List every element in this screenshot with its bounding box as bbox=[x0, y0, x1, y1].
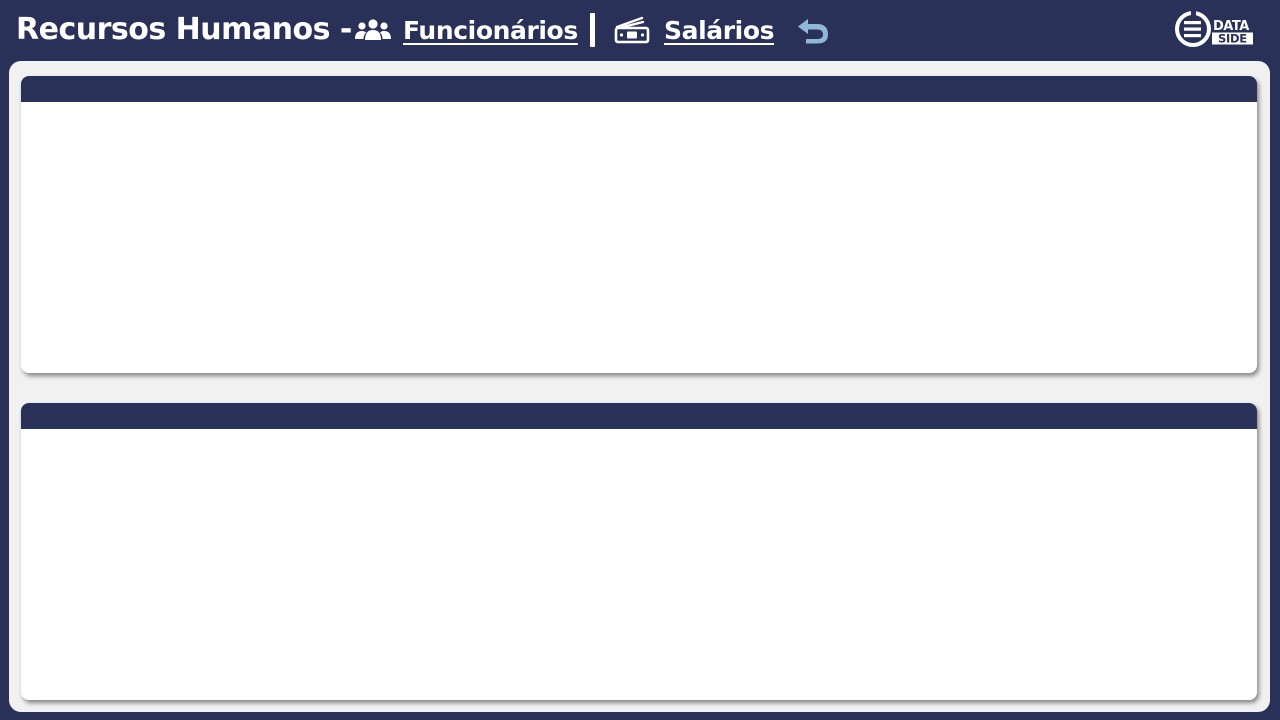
nav-funcionarios-link[interactable]: Funcionários bbox=[355, 10, 578, 50]
dataside-logo: DATA SIDE bbox=[1174, 9, 1256, 49]
money-icon bbox=[614, 15, 650, 45]
nav-salarios-label: Salários bbox=[664, 15, 775, 45]
page-title: Recursos Humanos - bbox=[16, 12, 352, 47]
nav-separator bbox=[590, 13, 595, 47]
main-content bbox=[9, 61, 1270, 712]
panel-top-header bbox=[21, 76, 1257, 102]
users-icon bbox=[355, 18, 391, 42]
panel-bottom-body bbox=[21, 429, 1257, 700]
svg-text:SIDE: SIDE bbox=[1218, 32, 1247, 46]
nav-salarios-link[interactable]: Salários bbox=[614, 10, 774, 50]
back-arrow-icon[interactable] bbox=[795, 15, 831, 45]
panel-bottom-header bbox=[21, 403, 1257, 429]
panel-top-body bbox=[21, 102, 1257, 373]
panel-top bbox=[21, 76, 1257, 373]
panel-bottom bbox=[21, 403, 1257, 700]
header-bar: Recursos Humanos - Funcionários Salários… bbox=[0, 0, 1280, 60]
nav-funcionarios-label: Funcionários bbox=[403, 15, 578, 45]
